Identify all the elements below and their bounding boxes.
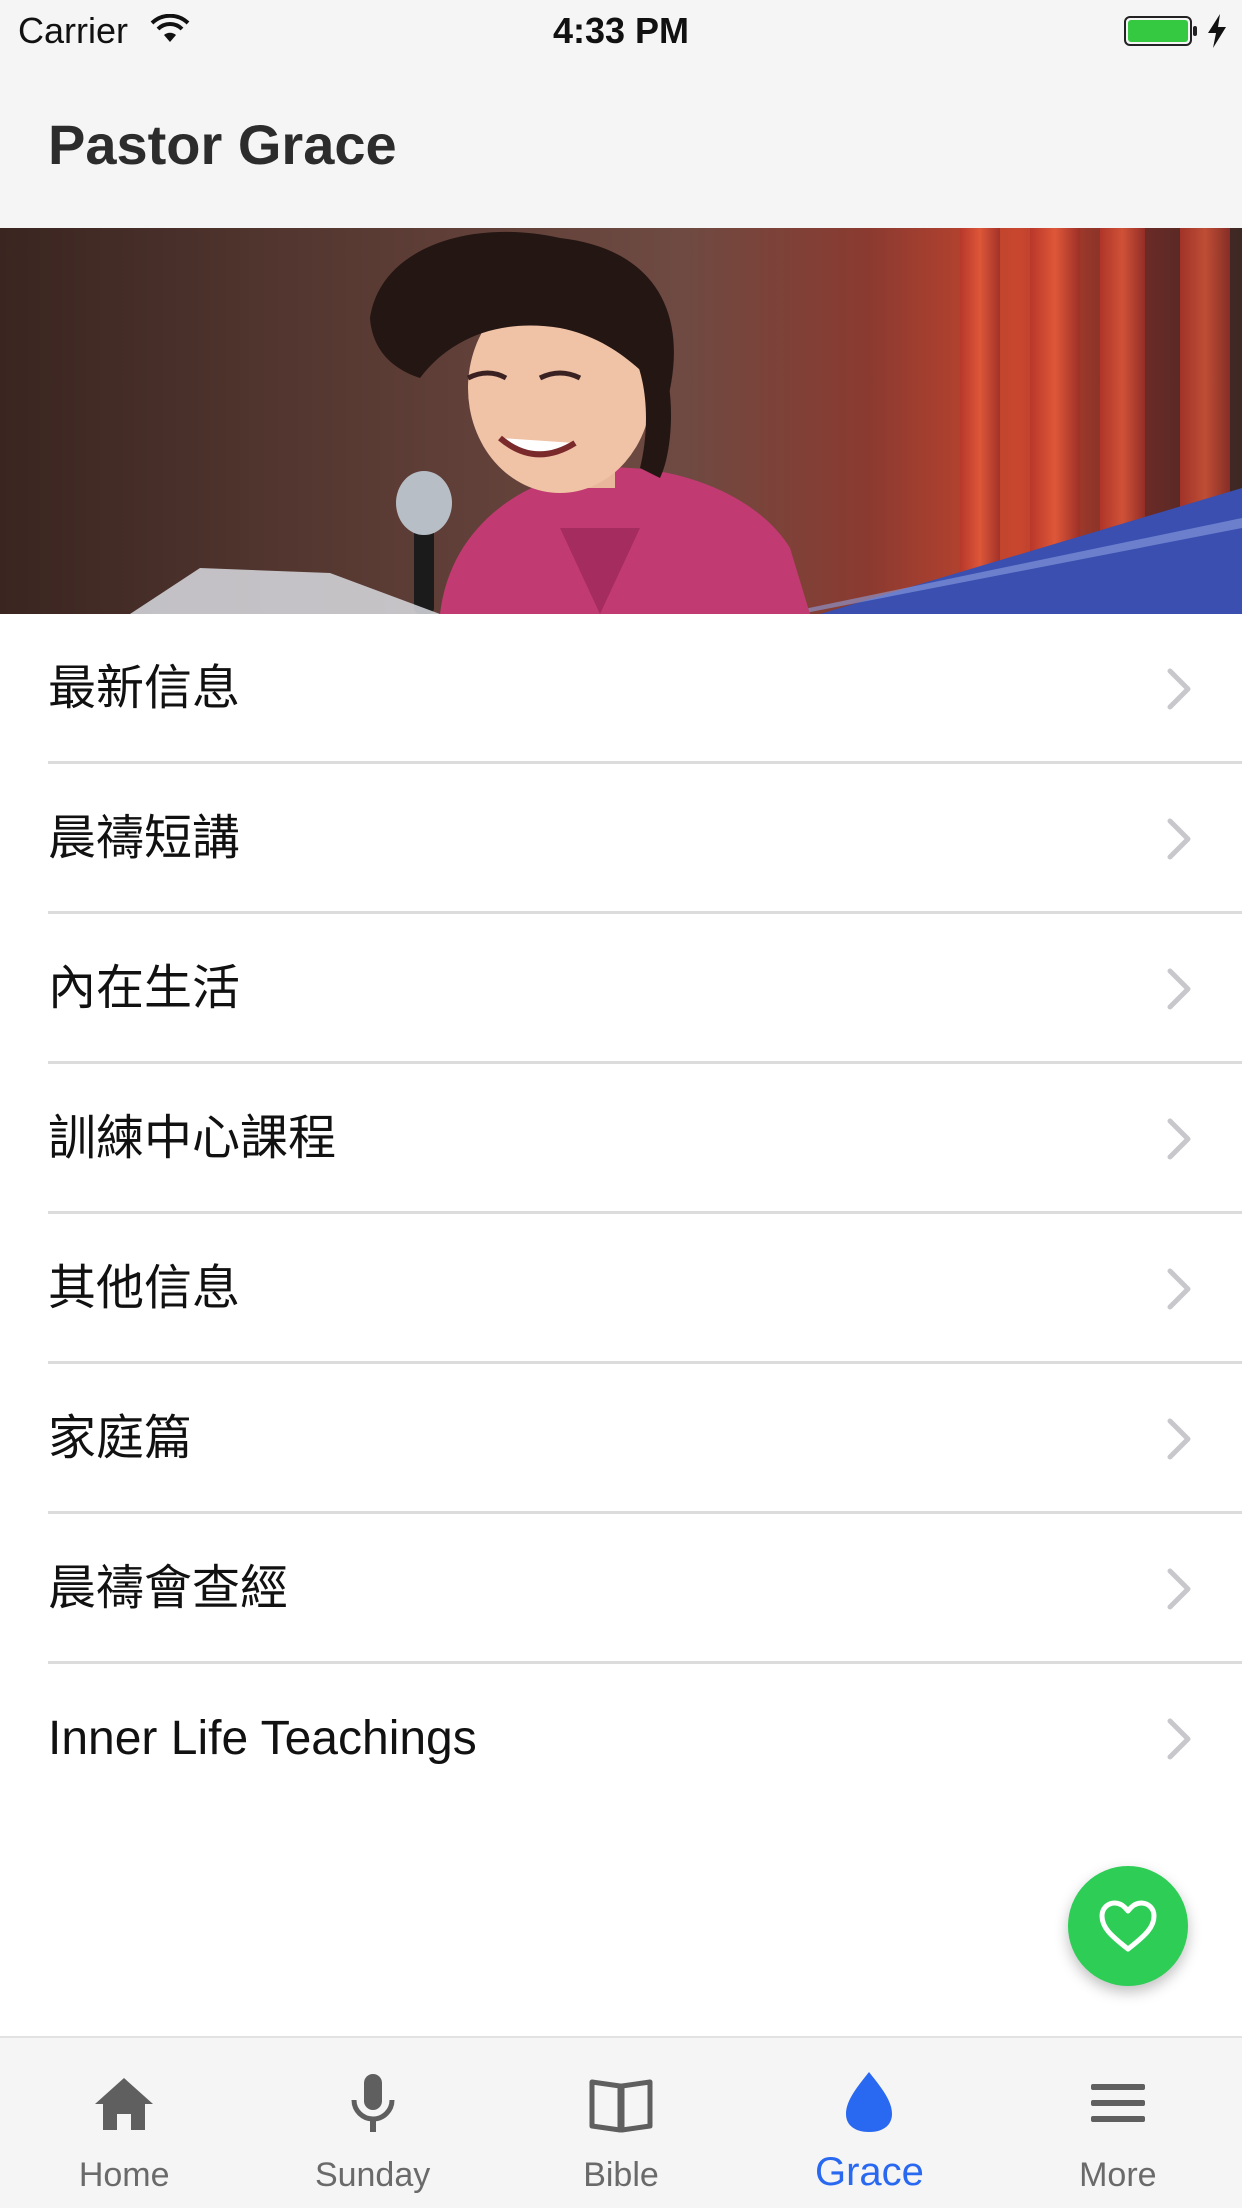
chevron-right-icon <box>1167 1718 1191 1760</box>
tab-label: More <box>1079 2156 1157 2194</box>
nav-header: Pastor Grace <box>0 62 1242 228</box>
favorite-button[interactable] <box>1068 1866 1188 1986</box>
tab-label: Grace <box>814 2150 924 2194</box>
tab-label: Sunday <box>314 2156 431 2194</box>
battery-icon <box>1124 16 1197 46</box>
menu-icon <box>1090 2084 1145 2122</box>
menu-item-label: 晨禱短講 <box>48 812 241 865</box>
status-time: 4:33 PM <box>552 10 690 51</box>
book-icon <box>589 2079 653 2133</box>
drop-icon <box>846 2072 893 2132</box>
chevron-right-icon <box>1167 1118 1191 1160</box>
menu-item-label: 最新信息 <box>48 662 241 715</box>
menu-item-other-messages[interactable]: 其他信息 <box>0 1214 1242 1364</box>
chevron-right-icon <box>1167 1568 1191 1610</box>
menu-item-label: 內在生活 <box>48 962 241 1015</box>
menu-item-label: Inner Life Teachings <box>48 1712 477 1765</box>
menu-list: 最新信息 晨禱短講 內在生活 訓練中心課程 其他信息 家庭篇 晨禱會查經 Inn… <box>0 614 1242 1814</box>
tab-more[interactable]: More <box>994 2038 1242 2208</box>
tab-grace[interactable]: Grace <box>745 2038 993 2208</box>
microphone-icon <box>351 2074 395 2132</box>
tab-label: Bible <box>583 2156 659 2194</box>
menu-item-training-center-courses[interactable]: 訓練中心課程 <box>0 1064 1242 1214</box>
tab-sunday[interactable]: Sunday <box>248 2038 496 2208</box>
chevron-right-icon <box>1167 968 1191 1010</box>
menu-item-morning-prayer-talks[interactable]: 晨禱短講 <box>0 764 1242 914</box>
menu-item-label: 晨禱會查經 <box>48 1562 289 1615</box>
menu-item-family[interactable]: 家庭篇 <box>0 1364 1242 1514</box>
tab-home[interactable]: Home <box>0 2038 248 2208</box>
chevron-right-icon <box>1167 1418 1191 1460</box>
status-bar: Carrier 4:33 PM <box>0 0 1242 62</box>
heart-icon <box>1099 1900 1157 1952</box>
page-title: Pastor Grace <box>48 113 397 176</box>
menu-item-label: 訓練中心課程 <box>48 1112 337 1165</box>
menu-item-label: 家庭篇 <box>48 1412 193 1465</box>
home-icon <box>95 2078 154 2130</box>
menu-item-label: 其他信息 <box>48 1262 241 1315</box>
tab-bar: Home Sunday Bible Grace More <box>0 2036 1242 2208</box>
charging-icon <box>1208 14 1226 48</box>
chevron-right-icon <box>1167 818 1191 860</box>
menu-item-inner-life[interactable]: 內在生活 <box>0 914 1242 1064</box>
hero-illustration <box>130 228 1242 614</box>
menu-item-morning-prayer-bible-study[interactable]: 晨禱會查經 <box>0 1514 1242 1664</box>
chevron-right-icon <box>1167 668 1191 710</box>
hero-photo <box>0 228 1242 614</box>
tab-bible[interactable]: Bible <box>497 2038 745 2208</box>
chevron-right-icon <box>1167 1268 1191 1310</box>
tab-label: Home <box>78 2156 170 2194</box>
screen: Carrier 4:33 PM Pastor Grace 最新信息 晨禱短講 內… <box>0 0 1242 2208</box>
menu-item-latest-messages[interactable]: 最新信息 <box>0 614 1242 764</box>
menu-item-inner-life-teachings[interactable]: Inner Life Teachings <box>0 1664 1242 1814</box>
